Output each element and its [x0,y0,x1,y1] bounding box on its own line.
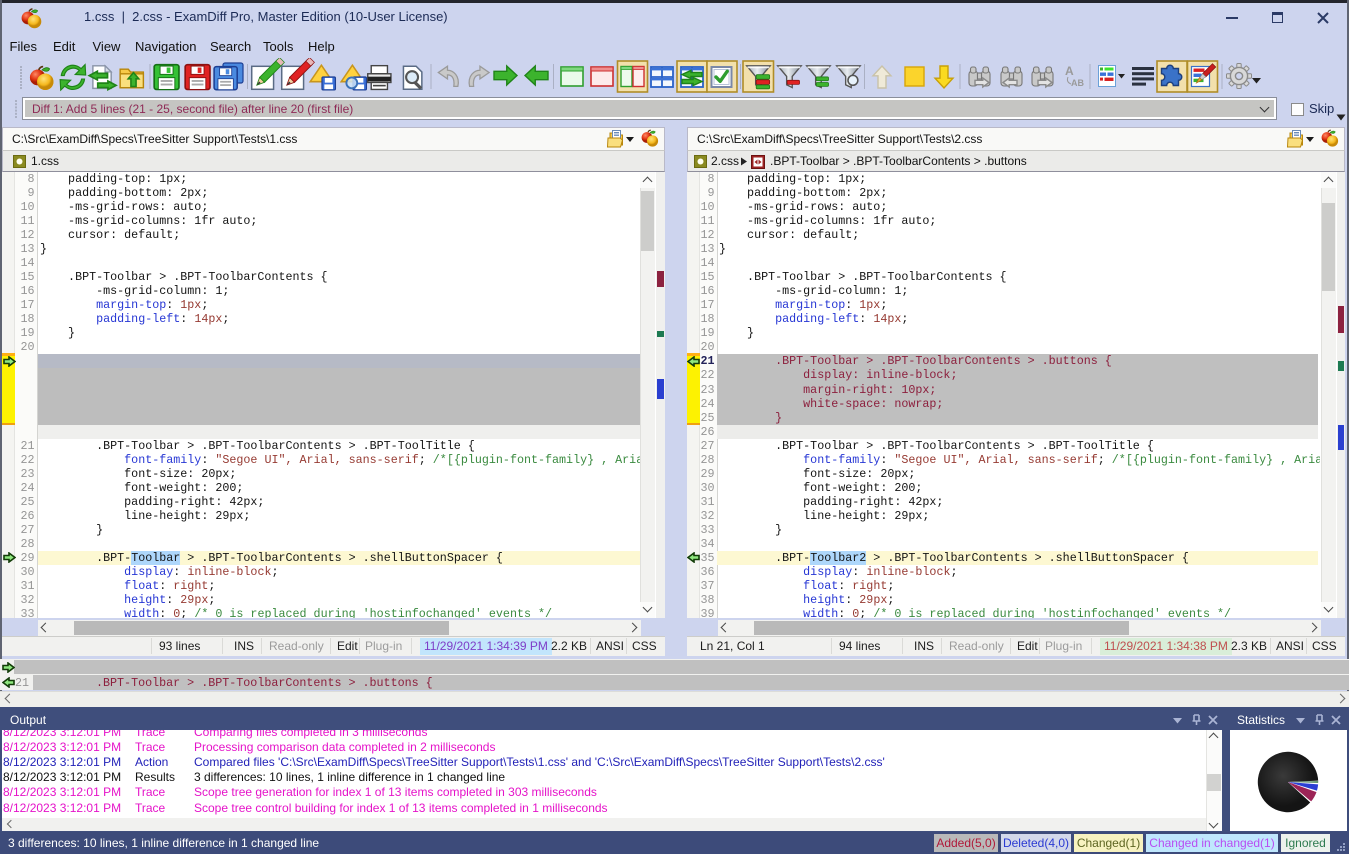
svg-text:A: A [1065,64,1074,78]
svg-text:AB: AB [1071,78,1084,88]
